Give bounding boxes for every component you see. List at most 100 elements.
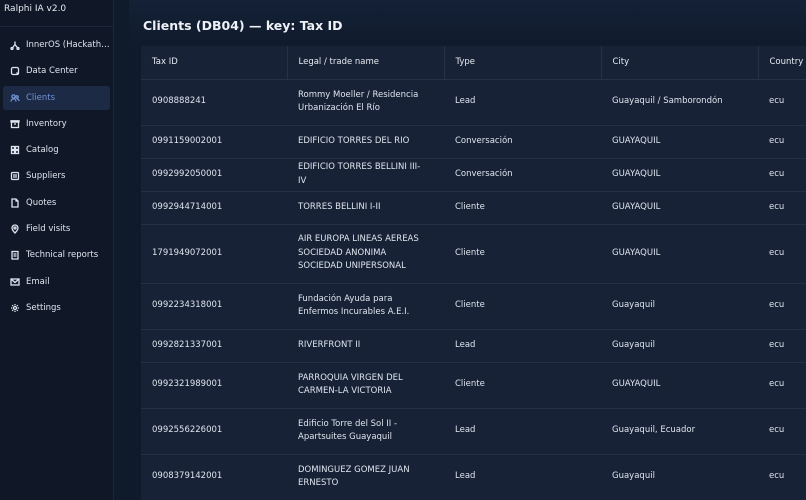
cell-type: Conversación [444,125,601,159]
mail-icon [10,277,20,287]
cell-city: Guayaquil, Ecuador [601,408,758,455]
cell-country: ecu [758,79,806,126]
cell-tax-id: 0992234318001 [141,283,287,330]
column-header-tax-id[interactable]: Tax ID [141,46,287,80]
cell-legal-name: PARROQUIA VIRGEN DEL CARMEN-LA VICTORIA [287,362,444,409]
cell-tax-id: 0992944714001 [141,191,287,225]
cell-legal-name: TORRES BELLINI I-II [287,191,444,225]
cell-type: Cliente [444,224,601,284]
sidebar-item-label: Technical reports [26,250,99,261]
cell-country: ecu [758,283,806,330]
cell-tax-id: 1791949072001 [141,224,287,284]
cell-tax-id: 0908379142001 [141,454,287,500]
sidebar-item-data-center[interactable]: Data Center [3,59,110,83]
sidebar-item-label: Inventory [26,118,67,129]
table-row[interactable]: 0908379142001 DOMINGUEZ GOMEZ JUAN ERNEST… [141,454,806,500]
sidebar-item-label: Clients [26,92,56,103]
table-row[interactable]: 0991159002001 EDIFICIO TORRES DEL RIO Conv… [141,125,806,159]
cell-tax-id: 0908888241 [141,79,287,126]
table-row[interactable]: 1791949072001 AIR EUROPA LINEAS AEREAS SO… [141,224,806,284]
sidebar-item-technical-reports[interactable]: Technical reports [3,243,110,267]
column-header-legal-trade-name[interactable]: Legal / trade name [286,46,444,80]
cell-type: Lead [444,408,601,455]
sidebar-item-label: Settings [26,302,61,313]
clipboard-icon [10,250,20,261]
sidebar-item-label: Suppliers [26,171,66,182]
sidebar-item-catalog[interactable]: Catalog [3,138,110,162]
table-row[interactable]: 0992821337001 RIVERFRONT II Lead Guayaquil e… [141,329,806,363]
box-icon [10,119,20,129]
cell-type: Lead [444,329,601,363]
sidebar-item-clients[interactable]: Clients [3,85,110,110]
table-row[interactable]: 0992321989001 PARROQUIA VIRGEN DEL CARMEN… [141,362,806,409]
column-header-type[interactable]: Type [443,46,601,80]
cell-country: ecu [758,329,806,363]
cell-type: Cliente [444,362,601,409]
table-row[interactable]: 0992992050001 EDIFICIO TORRES BELLINI III… [141,158,806,192]
cell-legal-name: RIVERFRONT II [287,329,444,363]
app-title: Ralphi IA v2.0 [0,0,113,27]
sidebar-nav: InnerOS (Hackatho... Data Center Clients In… [0,27,113,320]
column-header-country[interactable]: Country [757,46,806,80]
map-pin-icon [10,224,20,234]
sidebar-item-quotes[interactable]: Quotes [3,191,110,215]
sidebar-item-label: Data Center [26,66,78,77]
main-content: Clients (DB04) — key: Tax ID Tax ID Legal… [129,0,806,500]
page-title: Clients (DB04) — key: Tax ID [143,18,343,33]
sidebar-item-email[interactable]: Email [3,270,110,294]
cell-legal-name: EDIFICIO TORRES DEL RIO [287,125,444,159]
cell-country: ecu [758,408,806,455]
cell-city: GUAYAQUIL [601,125,758,159]
cell-city: GUAYAQUIL [601,191,758,225]
cell-tax-id: 0991159002001 [141,125,287,159]
table-header-row: Tax ID Legal / trade name Type City Country [141,46,806,80]
cell-type: Cliente [444,191,601,225]
cell-country: ecu [758,191,806,225]
cell-legal-name: DOMINGUEZ GOMEZ JUAN ERNESTO [287,454,444,500]
document-icon [10,198,20,208]
cell-legal-name: AIR EUROPA LINEAS AEREAS SOCIEDAD ANONIM… [287,224,444,284]
grid-icon [10,145,20,155]
sidebar: Ralphi IA v2.0 InnerOS (Hackatho... Data … [0,0,114,500]
cell-country: ecu [758,362,806,409]
sidebar-item-inventory[interactable]: Inventory [3,112,110,136]
cell-country: ecu [758,454,806,500]
cell-country: ecu [758,158,806,192]
cell-type: Lead [444,454,601,500]
cell-country: ecu [758,125,806,159]
table-row[interactable]: 0992556226001 Edificio Torre del Sol II -… [141,408,806,455]
table-row[interactable]: 0992944714001 TORRES BELLINI I-II Cliente G… [141,191,806,225]
database-icon [10,66,20,76]
cell-type: Conversación [444,158,601,192]
sidebar-item-suppliers[interactable]: Suppliers [3,164,110,188]
cell-city: GUAYAQUIL [601,158,758,192]
cell-city: Guayaquil [601,454,758,500]
table-row[interactable]: 0992234318001 Fundación Ayuda para Enferm… [141,283,806,330]
truck-icon [10,171,20,181]
cell-legal-name: Rommy Moeller / Residencia Urbanización … [287,79,444,126]
cell-city: Guayaquil / Samborondón [601,79,758,126]
cell-tax-id: 0992992050001 [141,158,287,192]
cell-legal-name: Edificio Torre del Sol II - Apartsuites … [287,408,444,455]
gear-icon [10,303,20,313]
cell-city: Guayaquil [601,283,758,330]
cell-tax-id: 0992321989001 [141,362,287,409]
sidebar-item-label: Field visits [26,224,71,235]
cell-city: GUAYAQUIL [601,362,758,409]
table-row[interactable]: 0908888241 Rommy Moeller / Residencia Urb… [141,79,806,126]
network-icon [10,40,20,50]
sidebar-item-label: InnerOS (Hackatho... [26,40,110,50]
cell-type: Cliente [444,283,601,330]
sidebar-item-inneros-hackatho[interactable]: InnerOS (Hackatho... [3,33,110,57]
cell-legal-name: Fundación Ayuda para Enfermos Incurables… [287,283,444,330]
sidebar-item-label: Quotes [26,197,57,208]
sidebar-item-settings[interactable]: Settings [3,296,110,320]
cell-city: GUAYAQUIL [601,224,758,284]
clients-table: Tax ID Legal / trade name Type City Country … [141,46,806,500]
cell-country: ecu [758,224,806,284]
cell-legal-name: EDIFICIO TORRES BELLINI III-IV [287,158,444,192]
users-icon [10,93,20,103]
sidebar-item-label: Catalog [26,145,59,156]
column-header-city[interactable]: City [600,46,758,80]
sidebar-item-field-visits[interactable]: Field visits [3,217,110,241]
